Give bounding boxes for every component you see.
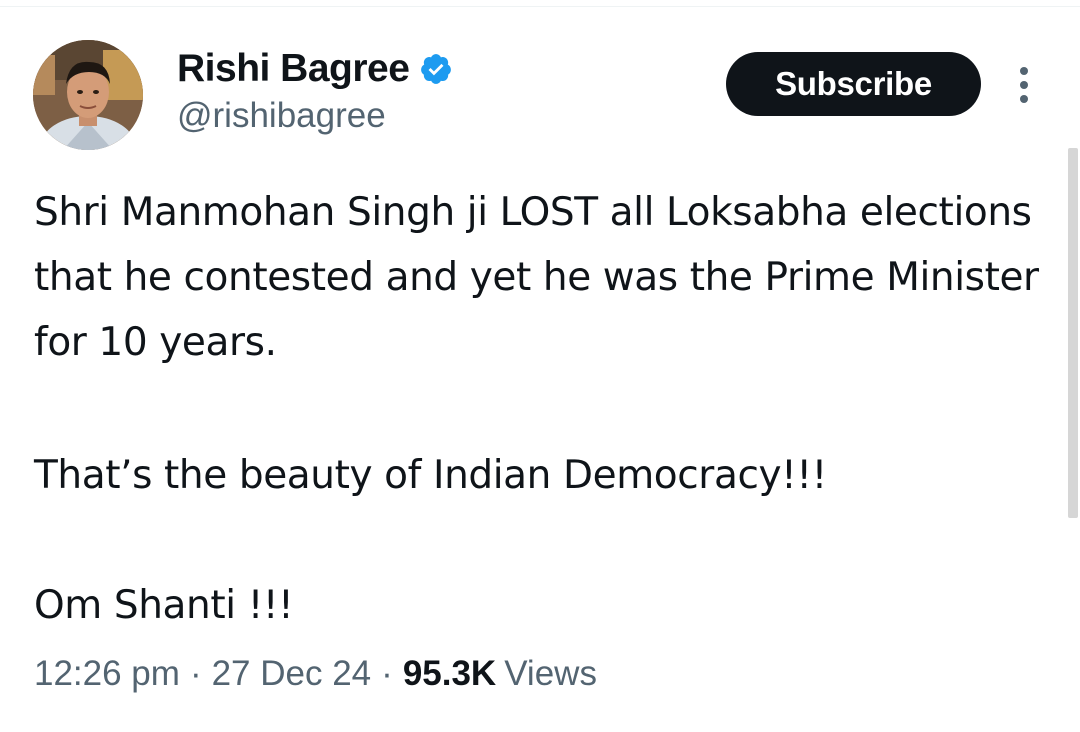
subscribe-button[interactable]: Subscribe <box>726 52 981 116</box>
tweet-paragraph-1: Shri Manmohan Singh ji LOST all Loksabha… <box>34 190 1039 365</box>
avatar[interactable] <box>33 40 143 150</box>
scrollbar[interactable] <box>1068 148 1078 518</box>
tweet-time[interactable]: 12:26 pm <box>34 654 180 694</box>
author-handle[interactable]: @rishibagree <box>177 96 386 136</box>
verified-badge-icon <box>419 52 453 86</box>
top-divider <box>0 6 1080 7</box>
meta-separator: · <box>381 654 393 693</box>
tweet-paragraph-2: That’s the beauty of Indian Democracy!!! <box>34 453 827 498</box>
tweet-meta: 12:26 pm · 27 Dec 24 · 95.3K Views <box>34 654 597 694</box>
tweet-card: Rishi Bagree @rishibagree Subscribe Shri… <box>0 0 1080 732</box>
tweet-paragraph-3-container: Om Shanti !!! <box>34 573 1044 638</box>
tweet-paragraph-2-container: That’s the beauty of Indian Democracy!!! <box>34 443 1044 508</box>
tweet-date[interactable]: 27 Dec 24 <box>212 654 372 694</box>
meta-separator: · <box>189 654 202 693</box>
more-options-icon[interactable] <box>1012 64 1036 106</box>
views-count[interactable]: 95.3K <box>403 654 496 694</box>
author-name-row[interactable]: Rishi Bagree <box>177 44 453 94</box>
tweet-paragraph-3: Om Shanti !!! <box>34 583 294 628</box>
views-label[interactable]: Views <box>504 654 597 694</box>
author-display-name[interactable]: Rishi Bagree <box>177 47 410 91</box>
tweet-text: Shri Manmohan Singh ji LOST all Loksabha… <box>34 180 1044 375</box>
